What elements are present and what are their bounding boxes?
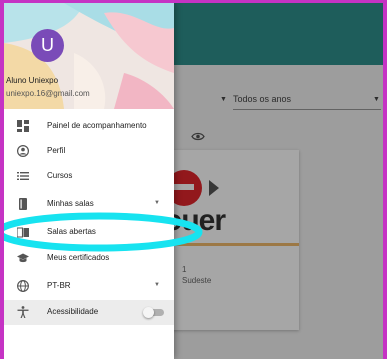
menu-label-salas-abertas: Salas abertas (47, 227, 96, 236)
dashboard-icon (17, 120, 29, 132)
globe-icon (17, 280, 29, 292)
graduation-cap-icon (17, 253, 29, 263)
menu-label-idioma: PT-BR (47, 281, 71, 290)
app-frame: ▼ Todos os anos ▼ ouer 1 Sudeste .. (4, 3, 383, 359)
avatar[interactable]: U (31, 29, 64, 62)
menu-label-perfil: Perfil (47, 146, 66, 155)
menu-item-cursos[interactable]: Cursos (4, 164, 174, 189)
menu-label-painel: Painel de acompanhamento (47, 121, 147, 130)
menu-item-acessibilidade[interactable]: Acessibilidade (4, 300, 174, 325)
navigation-drawer: U Aluno Uniexpo uniexpo.16@gmail.com Pai… (4, 3, 174, 359)
menu-item-painel[interactable]: Painel de acompanhamento (4, 114, 174, 139)
toggle-thumb (143, 307, 154, 318)
accessibility-icon (17, 306, 29, 318)
user-email: uniexpo.16@gmail.com (6, 89, 90, 98)
menu-label-cursos: Cursos (47, 171, 73, 180)
menu-item-salas-abertas[interactable]: Salas abertas (4, 220, 174, 245)
chevron-down-icon: ▼ (154, 282, 160, 288)
menu-item-perfil[interactable]: Perfil (4, 139, 174, 164)
open-book-icon (17, 227, 29, 238)
menu-item-idioma[interactable]: PT-BR ▼ (4, 274, 174, 299)
accessibility-toggle[interactable] (143, 307, 165, 318)
chevron-down-icon: ▼ (154, 200, 160, 206)
account-circle-icon (17, 145, 29, 157)
menu-item-minhas-salas[interactable]: Minhas salas ▼ (4, 192, 174, 217)
drawer-header: U Aluno Uniexpo uniexpo.16@gmail.com (4, 3, 174, 109)
menu-label-minhas-salas: Minhas salas (47, 199, 94, 208)
menu-item-certificados[interactable]: Meus certificados (4, 246, 174, 271)
book-icon (19, 198, 27, 210)
list-icon (17, 172, 29, 180)
user-name: Aluno Uniexpo (6, 76, 59, 85)
menu-label-certificados: Meus certificados (47, 253, 110, 262)
menu-label-acessibilidade: Acessibilidade (47, 307, 99, 316)
